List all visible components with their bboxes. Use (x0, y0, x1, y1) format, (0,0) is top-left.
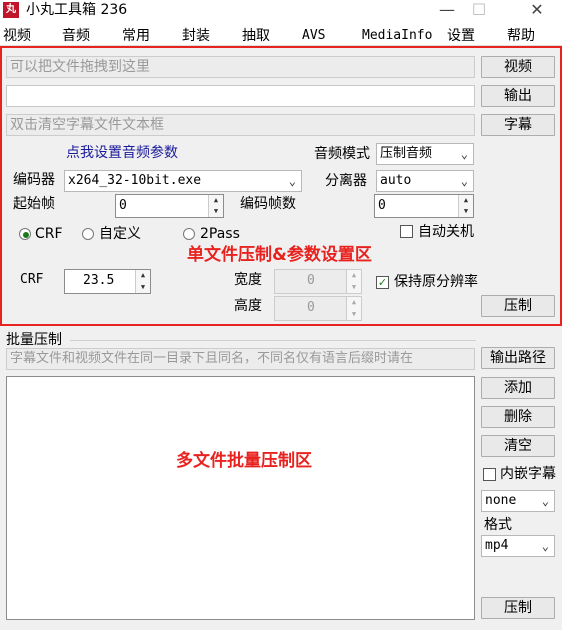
crf-value: 23.5 (83, 273, 115, 288)
menu-common[interactable]: 常用 (122, 26, 150, 46)
delete-button[interactable]: 删除 (481, 406, 555, 428)
splitter-select[interactable]: auto ⌄ (376, 170, 474, 192)
audio-mode-value: 压制音频 (380, 146, 433, 161)
audio-settings-link[interactable]: 点我设置音频参数 (66, 143, 178, 163)
spin-down-icon[interactable]: ▼ (136, 282, 150, 294)
spin-down-icon[interactable]: ▼ (459, 206, 473, 217)
output-button[interactable]: 输出 (481, 85, 555, 107)
splitter-value: auto (380, 173, 412, 188)
batch-hint-field: 字幕文件和视频文件在同一目录下且同名，不同名仅有语言后缀时请在 (6, 348, 475, 370)
chevron-down-icon: ⌄ (541, 494, 549, 508)
subtitle-select[interactable]: none ⌄ (481, 490, 555, 512)
app-icon: 丸 (3, 2, 19, 18)
menu-audio[interactable]: 音频 (62, 26, 90, 46)
crf-radio-label: CRF (35, 226, 63, 242)
format-label: 格式 (484, 517, 512, 533)
encode-frames-stepper[interactable]: 0 ▲ ▼ (374, 194, 474, 218)
width-stepper[interactable]: 0 ▲ ▼ (274, 269, 362, 294)
menu-avs[interactable]: AVS (302, 26, 325, 46)
chevron-down-icon: ⌄ (460, 174, 468, 188)
maximize-button[interactable]: ☐ (456, 0, 502, 22)
spin-up-icon[interactable]: ▲ (136, 270, 150, 282)
spin-down-icon[interactable]: ▼ (347, 309, 361, 321)
subtitle-input[interactable]: 双击清空字幕文件文本框 (6, 114, 475, 136)
crf-radio[interactable] (19, 228, 31, 240)
compress-button[interactable]: 压制 (481, 295, 555, 317)
output-path-button[interactable]: 输出路径 (481, 347, 555, 369)
encoder-select[interactable]: x264_32-10bit.exe ⌄ (64, 170, 302, 192)
width-value: 0 (307, 273, 315, 288)
twopass-radio[interactable] (183, 228, 195, 240)
encoder-label: 编码器 (13, 172, 55, 188)
video-button[interactable]: 视频 (481, 56, 555, 78)
menu-extract[interactable]: 抽取 (242, 26, 270, 46)
batch-annotation: 多文件批量压制区 (176, 451, 312, 471)
menu-video[interactable]: 视频 (3, 26, 31, 46)
clear-button[interactable]: 清空 (481, 435, 555, 457)
start-frame-stepper[interactable]: 0 ▲ ▼ (115, 194, 224, 218)
add-button[interactable]: 添加 (481, 377, 555, 399)
subtitle-button[interactable]: 字幕 (481, 114, 555, 136)
custom-radio-label: 自定义 (99, 226, 141, 242)
window-title: 小丸工具箱 236 (26, 2, 128, 18)
spin-up-icon[interactable]: ▲ (209, 195, 223, 206)
encode-frames-label: 编码帧数 (240, 196, 296, 212)
height-value: 0 (307, 300, 315, 315)
embed-subtitle-checkbox[interactable] (483, 468, 496, 481)
subtitle-select-value: none (485, 493, 517, 508)
audio-mode-select[interactable]: 压制音频 ⌄ (376, 143, 474, 165)
embed-subtitle-label: 内嵌字幕 (500, 466, 556, 482)
batch-compress-button[interactable]: 压制 (481, 597, 555, 619)
crf-label: CRF (20, 272, 44, 287)
batch-file-list[interactable] (6, 376, 475, 620)
video-input[interactable]: 可以把文件拖拽到这里 (6, 56, 475, 78)
keep-resolution-label: 保持原分辨率 (394, 274, 478, 290)
title-bar: 丸 小丸工具箱 236 — ☐ ✕ (0, 0, 562, 22)
output-input[interactable] (6, 85, 475, 107)
width-label: 宽度 (234, 272, 262, 288)
format-value: mp4 (485, 538, 509, 553)
spin-up-icon[interactable]: ▲ (347, 297, 361, 309)
crf-stepper[interactable]: 23.5 ▲ ▼ (64, 269, 151, 294)
keep-resolution-checkbox[interactable]: ✓ (376, 276, 389, 289)
splitter-label: 分离器 (325, 173, 367, 189)
start-frame-value: 0 (119, 198, 127, 213)
spin-down-icon[interactable]: ▼ (209, 206, 223, 217)
spin-down-icon[interactable]: ▼ (347, 282, 361, 294)
single-annotation: 单文件压制&参数设置区 (187, 245, 372, 265)
menu-help[interactable]: 帮助 (507, 26, 535, 46)
batch-group-label: 批量压制 (6, 332, 62, 348)
chevron-down-icon: ⌄ (460, 147, 468, 161)
close-button[interactable]: ✕ (514, 0, 560, 22)
format-select[interactable]: mp4 ⌄ (481, 535, 555, 557)
menu-mux[interactable]: 封装 (182, 26, 210, 46)
menu-settings[interactable]: 设置 (447, 26, 475, 46)
spin-up-icon[interactable]: ▲ (347, 270, 361, 282)
encoder-value: x264_32-10bit.exe (68, 173, 202, 188)
encode-frames-value: 0 (378, 198, 386, 213)
group-divider (70, 340, 476, 341)
height-stepper[interactable]: 0 ▲ ▼ (274, 296, 362, 321)
chevron-down-icon: ⌄ (288, 174, 296, 188)
height-label: 高度 (234, 298, 262, 314)
chevron-down-icon: ⌄ (541, 539, 549, 553)
menu-mediainfo[interactable]: MediaInfo (362, 26, 432, 46)
start-frame-label: 起始帧 (13, 196, 55, 212)
custom-radio[interactable] (82, 228, 94, 240)
spin-up-icon[interactable]: ▲ (459, 195, 473, 206)
menu-bar: 视频 音频 常用 封装 抽取 AVS MediaInfo 设置 帮助 (0, 26, 562, 46)
audio-mode-label: 音频模式 (314, 146, 370, 162)
auto-shutdown-checkbox[interactable] (400, 225, 413, 238)
auto-shutdown-label: 自动关机 (418, 224, 474, 240)
